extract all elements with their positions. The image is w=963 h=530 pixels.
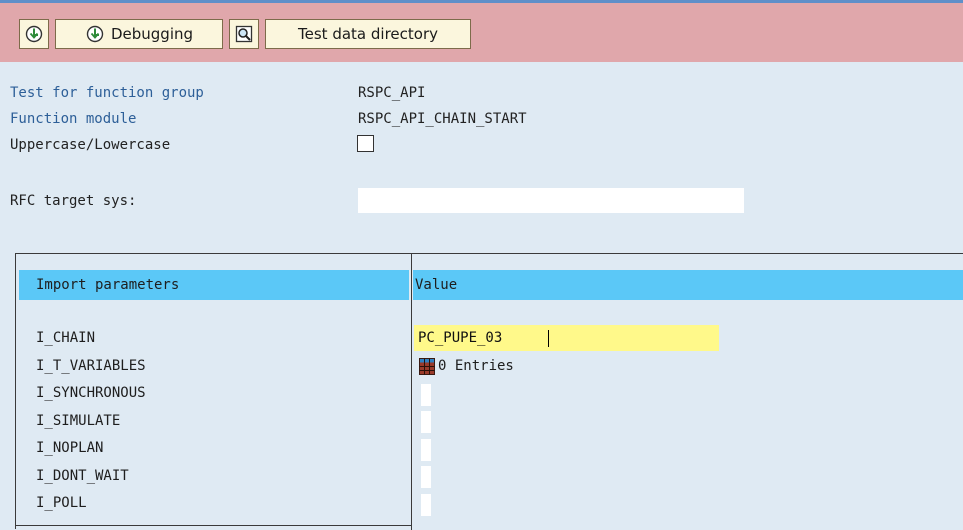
- uppercase-lowercase-label: Uppercase/Lowercase: [10, 137, 171, 153]
- param-name-i-simulate: I_SIMULATE: [36, 413, 121, 429]
- test-data-directory-button[interactable]: Test data directory: [265, 19, 471, 49]
- test-data-directory-icon: [234, 24, 254, 44]
- i-simulate-value-input[interactable]: [421, 411, 431, 433]
- i-noplan-value-input[interactable]: [421, 439, 431, 461]
- debug-execute-icon: [85, 24, 105, 44]
- i-dont-wait-value-input[interactable]: [421, 466, 431, 488]
- execute-icon: [24, 24, 44, 44]
- param-name-i-synchronous: I_SYNCHRONOUS: [36, 385, 146, 401]
- table-entries-icon[interactable]: [419, 358, 435, 379]
- function-module-label: Function module: [10, 111, 137, 127]
- rfc-target-input[interactable]: [358, 188, 744, 213]
- param-name-i-dont-wait: I_DONT_WAIT: [36, 468, 129, 484]
- test-data-directory-icon-button[interactable]: [229, 19, 259, 49]
- test-data-directory-label: Test data directory: [298, 25, 438, 43]
- param-name-i-noplan: I_NOPLAN: [36, 440, 104, 456]
- i-synchronous-value-input[interactable]: [421, 384, 431, 406]
- function-group-value: RSPC_API: [358, 85, 426, 101]
- import-parameters-table: Import parameters Value I_CHAIN I_T_VARI…: [15, 253, 963, 530]
- table-bottom-border: [16, 525, 412, 526]
- column-divider: [411, 254, 412, 530]
- text-cursor: [548, 330, 549, 347]
- rfc-target-label: RFC target sys:: [10, 193, 137, 209]
- param-name-i-t-variables: I_T_VARIABLES: [36, 358, 146, 374]
- import-parameters-header: Import parameters: [19, 270, 409, 300]
- execute-button[interactable]: [19, 19, 49, 49]
- function-group-label: Test for function group: [10, 85, 204, 101]
- i-chain-value-input[interactable]: [414, 325, 719, 351]
- param-name-i-poll: I_POLL: [36, 495, 87, 511]
- param-name-i-chain: I_CHAIN: [36, 330, 96, 346]
- i-t-variables-entries[interactable]: 0 Entries: [438, 358, 514, 374]
- debugging-label: Debugging: [110, 25, 194, 43]
- i-poll-value-input[interactable]: [421, 494, 431, 516]
- function-module-value: RSPC_API_CHAIN_START: [358, 111, 527, 127]
- uppercase-lowercase-checkbox[interactable]: [357, 135, 374, 152]
- debugging-button[interactable]: Debugging: [55, 19, 223, 49]
- value-header: Value: [413, 270, 963, 300]
- application-toolbar: Debugging Test data directory: [0, 0, 963, 62]
